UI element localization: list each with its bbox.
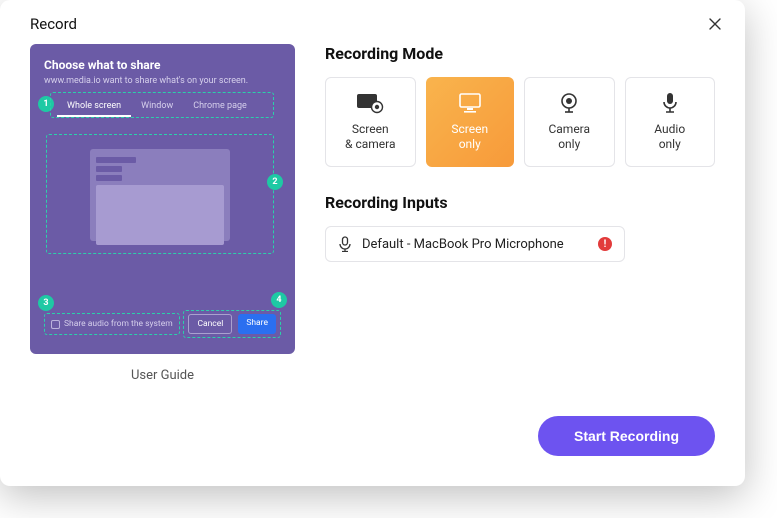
- mode-label: Audio only: [654, 122, 685, 152]
- user-guide-caption: User Guide: [131, 368, 194, 383]
- modal-title: Record: [30, 15, 77, 33]
- alert-icon: !: [598, 237, 612, 251]
- user-guide-column: Choose what to share www.media.io want t…: [30, 44, 295, 456]
- mode-screen-camera[interactable]: Screen & camera: [325, 77, 416, 167]
- guide-preview-window: [90, 149, 230, 241]
- guide-tabs-box: Whole screen Window Chrome page: [50, 92, 274, 118]
- callout-2: 2: [267, 174, 283, 190]
- microphone-select[interactable]: Default - MacBook Pro Microphone !: [325, 226, 625, 262]
- recording-mode-grid: Screen & camera Screen only Camera only: [325, 77, 715, 167]
- guide-button-box: Cancel Share: [183, 310, 281, 338]
- mode-label: Screen & camera: [345, 122, 396, 152]
- user-guide-image: Choose what to share www.media.io want t…: [30, 44, 295, 354]
- guide-preview-box: [46, 134, 274, 254]
- recording-mode-title: Recording Mode: [325, 44, 715, 63]
- microphone-label: Default - MacBook Pro Microphone: [362, 237, 588, 252]
- record-modal: Record Choose what to share www.media.io…: [0, 0, 745, 486]
- mode-label: Screen only: [451, 122, 488, 152]
- mode-screen-only[interactable]: Screen only: [426, 77, 515, 167]
- checkbox-icon: [51, 320, 60, 329]
- guide-share-button: Share: [238, 314, 276, 334]
- microphone-icon: [338, 236, 352, 252]
- mode-camera-only[interactable]: Camera only: [524, 77, 615, 167]
- monitor-icon: [456, 92, 484, 114]
- guide-heading: Choose what to share: [44, 58, 281, 72]
- webcam-icon: [555, 92, 583, 114]
- settings-column: Recording Mode Screen & camera Screen on…: [325, 44, 715, 456]
- modal-header: Record: [0, 0, 745, 44]
- guide-bottom-row: 3 Share audio from the system 4 Cancel S…: [44, 310, 281, 338]
- guide-cancel-button: Cancel: [188, 314, 232, 334]
- start-recording-button[interactable]: Start Recording: [538, 416, 715, 456]
- mode-audio-only[interactable]: Audio only: [625, 77, 716, 167]
- guide-tab-whole-screen: Whole screen: [57, 97, 131, 117]
- mode-label: Camera only: [548, 122, 590, 152]
- guide-subheading: www.media.io want to share what's on you…: [44, 76, 281, 86]
- modal-footer: Start Recording: [325, 416, 715, 456]
- screen-camera-icon: [356, 92, 384, 114]
- guide-share-audio-box: Share audio from the system: [44, 313, 180, 335]
- close-button[interactable]: [705, 14, 725, 34]
- close-icon: [709, 18, 721, 30]
- callout-4: 4: [271, 292, 287, 308]
- recording-inputs-title: Recording Inputs: [325, 193, 715, 212]
- callout-3: 3: [38, 295, 54, 311]
- microphone-icon: [656, 92, 684, 114]
- guide-share-audio-label: Share audio from the system: [64, 319, 173, 329]
- guide-tab-window: Window: [131, 97, 183, 117]
- recording-inputs-section: Recording Inputs Default - MacBook Pro M…: [325, 193, 715, 262]
- modal-body: Choose what to share www.media.io want t…: [0, 44, 745, 486]
- guide-tab-chrome-page: Chrome page: [183, 97, 257, 117]
